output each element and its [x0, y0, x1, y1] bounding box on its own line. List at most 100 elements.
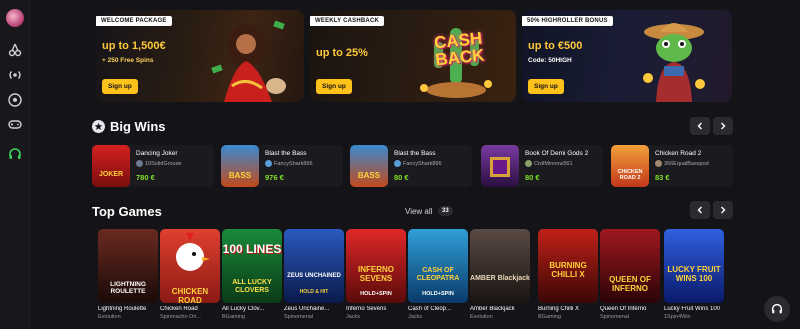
game-tile[interactable]: LIGHTNING ROULETTE Lightning Roulette Ev… [98, 229, 158, 320]
star-icon [92, 120, 105, 133]
book-icon [490, 157, 510, 177]
game-thumbnail: 100 LINES ALL LUCKY CLOVERS [222, 229, 282, 303]
game-title: Burning Chilli X [538, 306, 580, 312]
game-thumbnail: LIGHTNING ROULETTE [98, 229, 158, 303]
game-title: Chicken Road [160, 306, 198, 312]
win-game-name: Chicken Road 2 [655, 150, 702, 157]
game-provider: Jacks [408, 314, 423, 320]
user-avatar [525, 160, 532, 167]
game-thumbnail: JOKER [92, 145, 130, 187]
game-tile[interactable]: AMBER Blackjack Amber Blackjack Evolutio… [470, 229, 530, 320]
thumbnail-text: CHICKEN ROAD [171, 287, 209, 303]
headset-icon [771, 303, 783, 314]
user-avatar [265, 160, 272, 167]
thumbnail-text: BASS [357, 171, 381, 180]
brand-logo[interactable] [6, 9, 24, 27]
promo-welcome-package[interactable]: WELCOME PACKAGE up to 1,500€ + 250 Free … [96, 10, 304, 102]
game-title: Lightning Roulette [98, 306, 147, 312]
top-games-prev-button[interactable] [690, 201, 710, 219]
game-tile[interactable]: QUEEN OF INFERNO Queen Of Inferno Spinom… [600, 229, 660, 320]
big-wins-prev-button[interactable] [690, 117, 710, 135]
cherries-icon[interactable] [7, 42, 23, 58]
game-tile[interactable]: BURNING CHILLI X Burning Chilli X BGamin… [538, 229, 598, 320]
game-provider: Spinomenal [284, 314, 314, 320]
win-game-name: Blast the Bass [265, 150, 307, 157]
signup-button[interactable]: Sign up [316, 79, 352, 94]
chevron-right-icon [721, 122, 726, 130]
promo-headline: up to 1,500€ [102, 40, 166, 52]
support-chat-button[interactable] [764, 296, 790, 322]
big-win-card[interactable]: CHICKEN ROAD 2 Chicken Road 2 366EqualBa… [611, 145, 733, 187]
big-win-card[interactable]: Book Of Demi Gods 2 CivilMinnow561 80 € [481, 145, 603, 187]
game-tile[interactable]: INFERNO SEVENS HOLD+SPIN Inferno Sevens … [346, 229, 406, 320]
game-tile[interactable]: CASH OF CLEOPATRA HOLD+SPIN Cash of Cleo… [408, 229, 468, 320]
big-win-card[interactable]: JOKER Dancing Joker 10SolidGrouse 780 € [92, 145, 214, 187]
view-all-link[interactable]: View all [405, 207, 432, 216]
gamepad-icon[interactable] [7, 116, 23, 132]
thumbnail-text: 100 LINES [222, 242, 282, 256]
big-win-card[interactable]: BASS Blast the Bass FancyShark896 976 € [221, 145, 343, 187]
game-thumbnail: CHICKEN ROAD [160, 229, 220, 303]
promo-highroller-bonus[interactable]: 50% HIGHROLLER BONUS up to €500 Code: 50… [522, 10, 732, 102]
win-game-name: Dancing Joker [136, 150, 178, 157]
top-games-title: Top Games [92, 204, 162, 219]
game-tile[interactable]: CHICKEN ROAD Chicken Road Spinmacho Ori.… [160, 229, 220, 320]
thumbnail-text: CHICKEN ROAD 2 [617, 169, 643, 181]
thumbnail-text: ZEUS UNCHAINED [287, 273, 341, 279]
soccer-ball-icon[interactable] [7, 92, 23, 108]
game-tile[interactable]: ZEUS UNCHAINED HOLD & HIT Zeus Unchaine.… [284, 229, 344, 320]
win-amount: 780 € [136, 173, 155, 182]
win-user-name: 10SolidGrouse [145, 161, 182, 167]
thumbnail-text: QUEEN OF INFERNO [609, 275, 651, 293]
game-thumbnail: QUEEN OF INFERNO [600, 229, 660, 303]
game-provider: Jacks [346, 314, 361, 320]
chevron-left-icon [697, 206, 702, 214]
user-avatar [136, 160, 143, 167]
thumbnail-text: LIGHTNING ROULETTE [110, 281, 146, 295]
live-broadcast-icon[interactable] [7, 67, 23, 83]
game-title: Inferno Sevens [346, 306, 387, 312]
signup-button[interactable]: Sign up [528, 79, 564, 94]
promo-tag: WEEKLY CASHBACK [310, 16, 385, 26]
big-wins-title: Big Wins [110, 119, 166, 134]
headset-icon[interactable] [7, 146, 23, 162]
top-games-next-button[interactable] [713, 201, 733, 219]
win-game-name: Blast the Bass [394, 150, 436, 157]
chevron-right-icon [721, 206, 726, 214]
big-win-card[interactable]: BASS Blast the Bass FancyShark896 80 € [350, 145, 472, 187]
win-amount: 80 € [394, 173, 409, 182]
game-provider: Evolution [98, 314, 121, 320]
game-provider: BGaming [222, 314, 245, 320]
win-user-name: 366EqualBasspod [664, 161, 709, 167]
thumbnail-text: AMBER Blackjack [470, 275, 530, 282]
game-thumbnail: BASS [350, 145, 388, 187]
big-wins-next-button[interactable] [713, 117, 733, 135]
thumbnail-subtext: HOLD & HIT [299, 289, 329, 295]
game-thumbnail: AMBER Blackjack [470, 229, 530, 303]
win-user-name: FancyShark896 [274, 161, 313, 167]
game-thumbnail: BURNING CHILLI X [538, 229, 598, 303]
thumbnail-text: INFERNO SEVENS [358, 265, 394, 283]
cashback-art-text: CASH BACK [433, 28, 486, 70]
game-title: All Lucky Clov... [222, 306, 265, 312]
win-amount: 976 € [265, 173, 284, 182]
game-thumbnail: BASS [221, 145, 259, 187]
game-provider: Spinmacho Ori... [160, 314, 201, 320]
game-title: Zeus Unchaine... [284, 306, 330, 312]
game-tile[interactable]: LUCKY FRUIT WINS 100 Lucky Fruit Wins 10… [664, 229, 724, 320]
game-thumbnail: LUCKY FRUIT WINS 100 [664, 229, 724, 303]
game-tile[interactable]: 100 LINES ALL LUCKY CLOVERS All Lucky Cl… [222, 229, 282, 320]
game-thumbnail: CASH OF CLEOPATRA HOLD+SPIN [408, 229, 468, 303]
promo-tag: 50% HIGHROLLER BONUS [522, 16, 613, 26]
signup-button[interactable]: Sign up [102, 79, 138, 94]
thumbnail-subtext: ALL LUCKY CLOVERS [232, 279, 272, 294]
game-thumbnail: CHICKEN ROAD 2 [611, 145, 649, 187]
game-thumbnail [481, 145, 519, 187]
win-user-name: FancyShark896 [403, 161, 442, 167]
game-title: Lucky Fruit Wins 100 [664, 306, 721, 312]
game-provider: 1Spin4Win [664, 314, 691, 320]
promo-weekly-cashback[interactable]: WEEKLY CASHBACK up to 25% Sign up CASH B… [310, 10, 516, 102]
thumbnail-text: LUCKY FRUIT WINS 100 [667, 265, 721, 283]
user-avatar [394, 160, 401, 167]
win-amount: 80 € [525, 173, 540, 182]
